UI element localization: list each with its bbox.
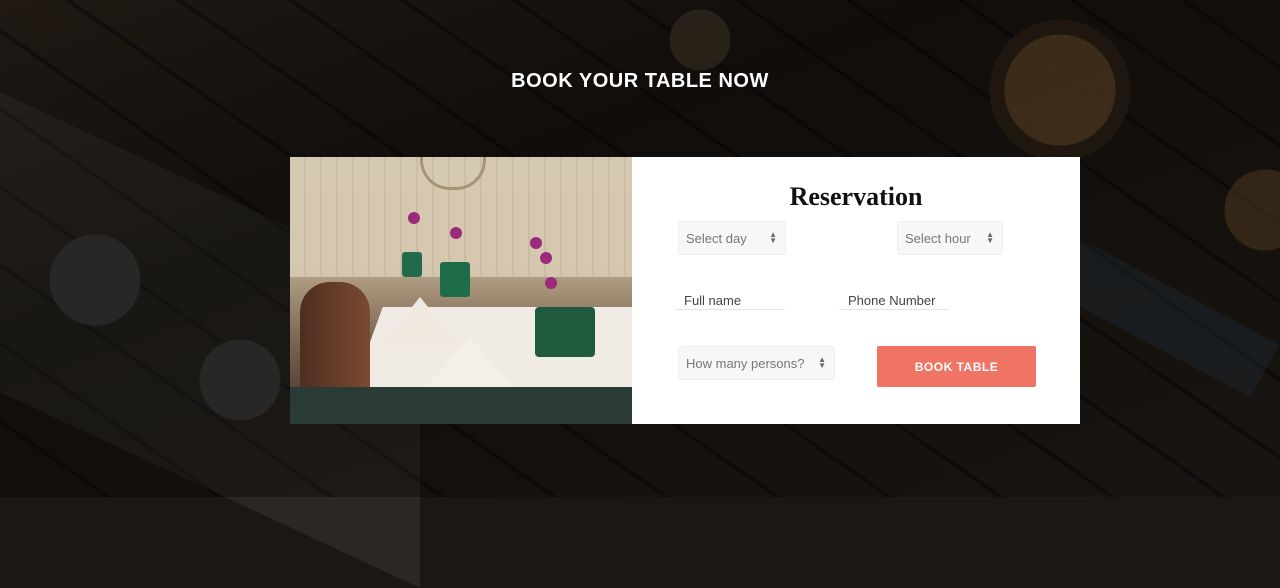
section-heading: BOOK YOUR TABLE NOW xyxy=(511,70,769,92)
sort-arrows-icon: ▲ ▼ xyxy=(818,355,826,370)
reservation-card: Reservation Select day ▲ ▼ Select hour ▲ ▼… xyxy=(290,157,1080,424)
sort-arrows-icon: ▲ ▼ xyxy=(769,230,777,245)
sort-arrows-icon: ▲ ▼ xyxy=(986,230,994,245)
select-hour-value: Select hour xyxy=(905,230,971,246)
reservation-form: Reservation Select day ▲ ▼ Select hour ▲ ▼… xyxy=(632,157,1080,424)
form-title: Reservation xyxy=(789,182,923,211)
select-persons-value: How many persons? xyxy=(686,355,805,371)
full-name-placeholder: Full name xyxy=(684,293,742,308)
phone-number-field[interactable]: Phone Number xyxy=(839,288,949,310)
book-table-button[interactable]: BOOK TABLE xyxy=(877,346,1036,387)
select-day-value: Select day xyxy=(686,230,747,246)
restaurant-table-image xyxy=(290,157,632,424)
select-hour[interactable]: Select hour ▲ ▼ xyxy=(897,221,1003,255)
full-name-field[interactable]: Full name xyxy=(675,288,785,310)
phone-number-placeholder: Phone Number xyxy=(848,293,936,308)
select-persons[interactable]: How many persons? ▲ ▼ xyxy=(678,346,835,380)
select-day[interactable]: Select day ▲ ▼ xyxy=(678,221,786,255)
